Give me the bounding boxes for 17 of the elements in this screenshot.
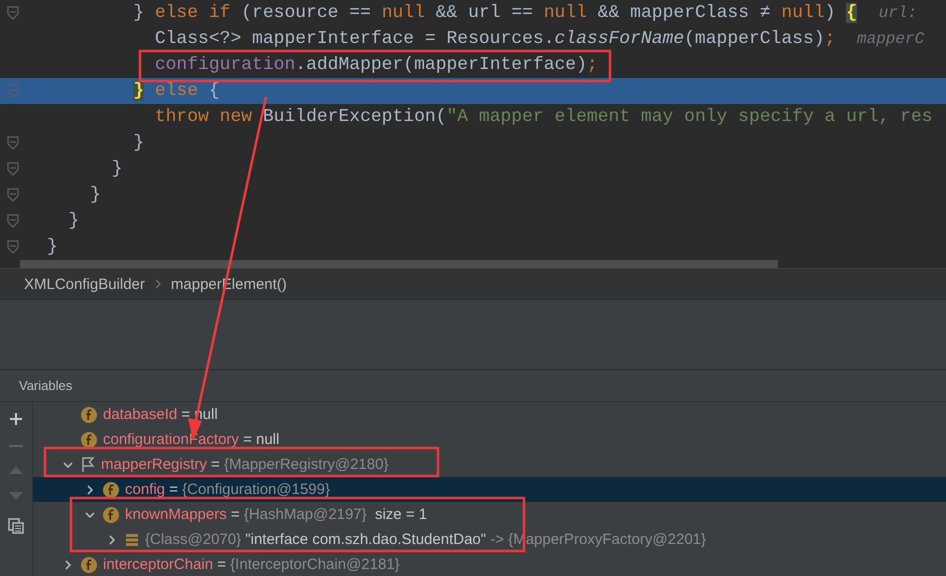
- variable-entry[interactable]: configurationFactory = null: [103, 431, 280, 448]
- code-line: }: [110, 158, 122, 180]
- code-line: }: [46, 236, 58, 258]
- code-line: }: [67, 210, 80, 232]
- variable-entry[interactable]: interceptorChain = {InterceptorChain@2181}: [103, 556, 400, 573]
- code-line: } else if (resource == null && url == null && mapperClass ≠ null) { url:: [132, 2, 918, 24]
- code-line: } else {: [132, 80, 220, 102]
- code-line: configuration.addMapper(mapperInterface);: [154, 54, 598, 76]
- variable-entry[interactable]: knownMappers = {HashMap@2197} size = 1: [125, 506, 428, 523]
- code-line: throw new BuilderException("A mapper element may only specify a url, res: [154, 106, 933, 128]
- panel-title: Variables: [19, 378, 72, 393]
- variable-entry[interactable]: config = {Configuration@1599}: [125, 481, 330, 498]
- code-line: }: [89, 184, 101, 206]
- code-line: }: [132, 132, 144, 154]
- variable-entry[interactable]: mapperRegistry = {MapperRegistry@2180}: [101, 456, 388, 473]
- breadcrumb-item[interactable]: XMLConfigBuilder: [24, 276, 145, 292]
- code-line: Class<?> mapperInterface = Resources.classForName(mapperClass); mapperC: [154, 28, 924, 50]
